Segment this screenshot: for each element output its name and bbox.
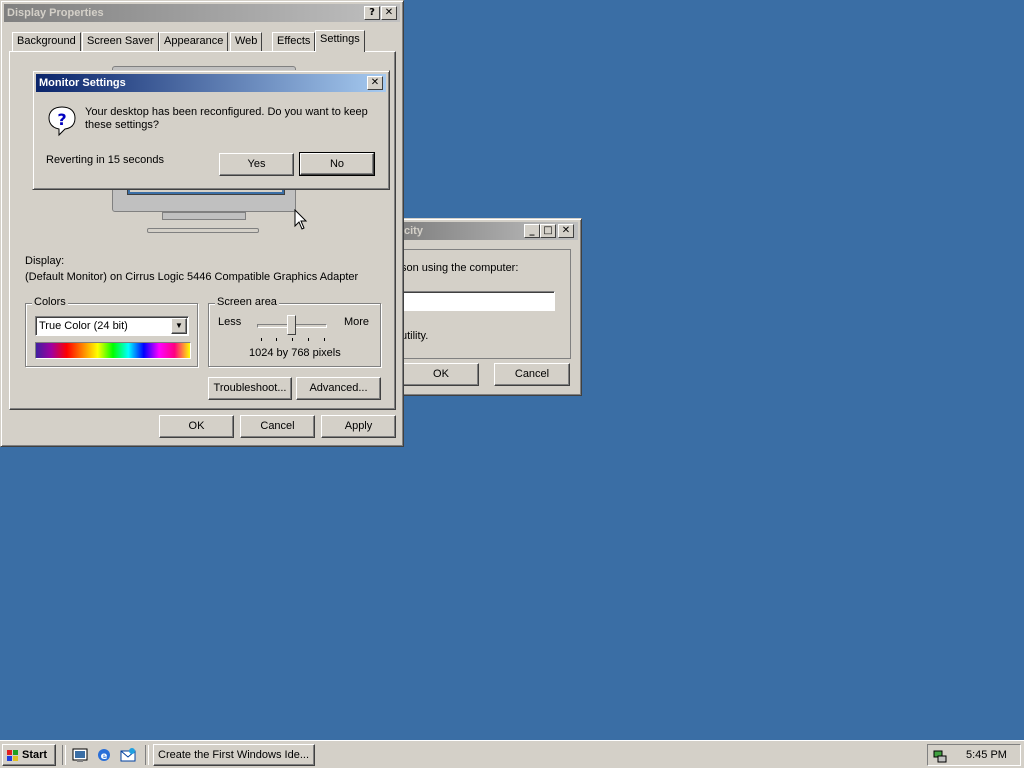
display-adapter-text: (Default Monitor) on Cirrus Logic 5446 C…: [25, 271, 359, 283]
ok-button[interactable]: OK: [159, 415, 234, 438]
background-window-titlebar[interactable]: city _ □ ✕: [400, 222, 578, 240]
colors-select-value: True Color (24 bit): [39, 320, 128, 332]
taskbar: Start e Create the First Windows Ide... …: [0, 740, 1024, 768]
background-window-title: city: [404, 225, 423, 237]
cancel-button[interactable]: Cancel: [240, 415, 315, 438]
close-button[interactable]: ✕: [381, 6, 397, 20]
background-window-input[interactable]: [397, 291, 555, 311]
tab-screen-saver[interactable]: Screen Saver: [82, 32, 159, 51]
question-icon: ?: [47, 105, 77, 137]
screen-area-slider-thumb[interactable]: [287, 315, 296, 335]
reverting-countdown: Reverting in 15 seconds: [46, 154, 165, 166]
apply-button[interactable]: Apply: [321, 415, 396, 438]
screen-area-more-label: More: [343, 316, 369, 328]
background-window-utility-text: utility.: [401, 330, 429, 342]
yes-button[interactable]: Yes: [219, 153, 294, 176]
screen-area-value: 1024 by 768 pixels: [249, 347, 341, 359]
background-cancel-button[interactable]: Cancel: [494, 363, 570, 386]
svg-text:e: e: [101, 751, 108, 762]
tab-settings[interactable]: Settings: [315, 30, 365, 52]
taskbar-task-button[interactable]: Create the First Windows Ide...: [153, 744, 315, 766]
screen-area-group: Screen area Less More 1024 by 768 pixels: [208, 296, 381, 367]
tab-appearance[interactable]: Appearance: [159, 32, 229, 51]
system-tray: 5:45 PM: [927, 744, 1021, 766]
clock[interactable]: 5:45 PM: [966, 749, 1007, 761]
tab-web[interactable]: Web: [230, 32, 263, 51]
internet-explorer-icon[interactable]: e: [96, 747, 112, 763]
show-desktop-icon[interactable]: [72, 747, 88, 763]
quicklaunch-divider: [62, 745, 66, 765]
background-window-prompt: son using the computer:: [401, 262, 519, 274]
start-button[interactable]: Start: [2, 744, 56, 766]
mouse-cursor: [294, 208, 308, 234]
advanced-button[interactable]: Advanced...: [296, 377, 381, 400]
close-button[interactable]: ✕: [367, 76, 383, 90]
monitor-stand: [162, 212, 246, 220]
no-button[interactable]: No: [299, 152, 375, 176]
troubleshoot-button[interactable]: Troubleshoot...: [208, 377, 292, 400]
background-ok-button[interactable]: OK: [403, 363, 479, 386]
monitor-settings-dialog: Monitor Settings ✕ ? Your desktop has be…: [32, 70, 390, 190]
screen-area-slider-ticks: [261, 338, 325, 342]
display-label: Display:: [25, 255, 65, 267]
colors-group-label: Colors: [32, 296, 68, 308]
taskbar-divider: [145, 745, 149, 765]
chevron-down-icon[interactable]: ▼: [171, 318, 187, 334]
monitor-settings-title: Monitor Settings: [39, 77, 126, 89]
display-properties-title: Display Properties: [7, 7, 104, 19]
windows-logo-icon: [6, 749, 20, 762]
display-properties-window: Display Properties ? ✕ Background Screen…: [0, 0, 404, 447]
monitor-settings-message: Your desktop has been reconfigured. Do y…: [85, 106, 368, 131]
colors-group: Colors True Color (24 bit) ▼: [25, 296, 198, 367]
minimize-button[interactable]: _: [524, 224, 540, 238]
colors-select[interactable]: True Color (24 bit) ▼: [35, 316, 189, 336]
screen-area-label: Screen area: [215, 296, 279, 308]
close-button[interactable]: ✕: [558, 224, 574, 238]
monitor-settings-titlebar[interactable]: Monitor Settings ✕: [36, 74, 386, 92]
svg-text:?: ?: [57, 110, 66, 129]
outlook-express-icon[interactable]: [120, 747, 136, 763]
display-properties-titlebar[interactable]: Display Properties ? ✕: [4, 4, 400, 22]
monitor-base: [147, 228, 259, 233]
tab-background[interactable]: Background: [12, 32, 81, 51]
color-spectrum-bar: [35, 342, 191, 359]
background-window: city _ □ ✕ son using the computer: utili…: [396, 218, 582, 396]
start-label: Start: [22, 749, 48, 761]
screen-area-less-label: Less: [218, 316, 242, 328]
maximize-button[interactable]: □: [540, 224, 556, 238]
tab-effects[interactable]: Effects: [272, 32, 316, 51]
help-button[interactable]: ?: [364, 6, 380, 20]
network-icon[interactable]: [932, 748, 948, 764]
